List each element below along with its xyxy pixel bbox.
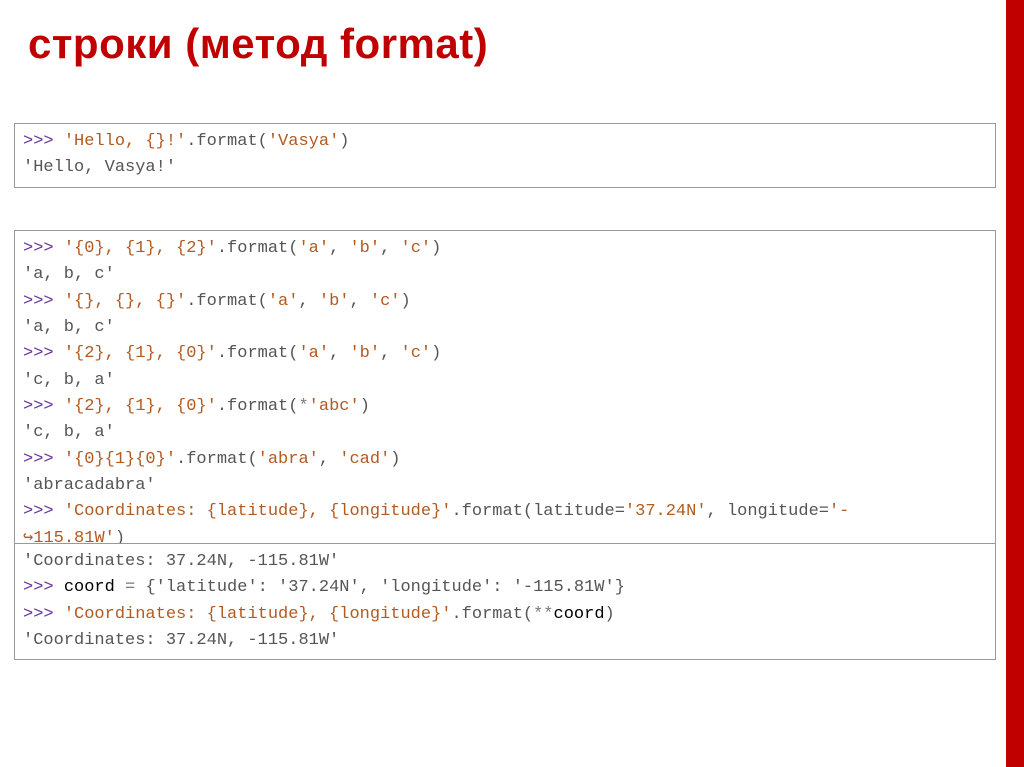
output-line: 'c, b, a' — [23, 423, 115, 442]
output-line: 'a, b, c' — [23, 265, 115, 284]
identifier: coord — [64, 578, 125, 597]
arg: 'b' — [349, 239, 380, 258]
repl-prompt: >>> — [23, 502, 64, 521]
repl-prompt: >>> — [23, 344, 64, 363]
accent-stripe — [1006, 0, 1024, 767]
assign-op: = — [125, 578, 145, 597]
arg: 'c' — [401, 239, 432, 258]
star-operator: * — [298, 397, 308, 416]
code-block-3: 'Coordinates: 37.24N, -115.81W' >>> coor… — [14, 543, 996, 660]
repl-prompt: >>> — [23, 605, 64, 624]
arg: 'a' — [298, 239, 329, 258]
double-star-operator: ** — [533, 605, 553, 624]
output-line: 'c, b, a' — [23, 371, 115, 390]
output-line: 'a, b, c' — [23, 318, 115, 337]
repl-prompt: >>> — [23, 450, 64, 469]
close-paren: ) — [339, 132, 349, 151]
code-block-2: >>> '{0}, {1}, {2}'.format('a', 'b', 'c'… — [14, 230, 996, 558]
output-line: 'abracadabra' — [23, 476, 156, 495]
repl-prompt: >>> — [23, 578, 64, 597]
string-arg: 'Vasya' — [268, 132, 339, 151]
method-call: .format( — [217, 239, 299, 258]
repl-prompt: >>> — [23, 132, 64, 151]
repl-prompt: >>> — [23, 292, 64, 311]
string-literal: '{}, {}, {}' — [64, 292, 186, 311]
code-block-1: >>> 'Hello, {}!'.format('Vasya') 'Hello,… — [14, 123, 996, 188]
output-line: 'Hello, Vasya!' — [23, 158, 176, 177]
repl-prompt: >>> — [23, 239, 64, 258]
output-line: 'Coordinates: 37.24N, -115.81W' — [23, 631, 339, 650]
output-line: 'Coordinates: 37.24N, -115.81W' — [23, 552, 339, 571]
string-literal: '{0}, {1}, {2}' — [64, 239, 217, 258]
string-literal: 'Hello, {}!' — [64, 132, 186, 151]
dict-literal: {'latitude': '37.24N', 'longitude': '-11… — [145, 578, 624, 597]
method-call: .format( — [186, 132, 268, 151]
repl-prompt: >>> — [23, 397, 64, 416]
slide-title: строки (метод format) — [28, 20, 488, 68]
